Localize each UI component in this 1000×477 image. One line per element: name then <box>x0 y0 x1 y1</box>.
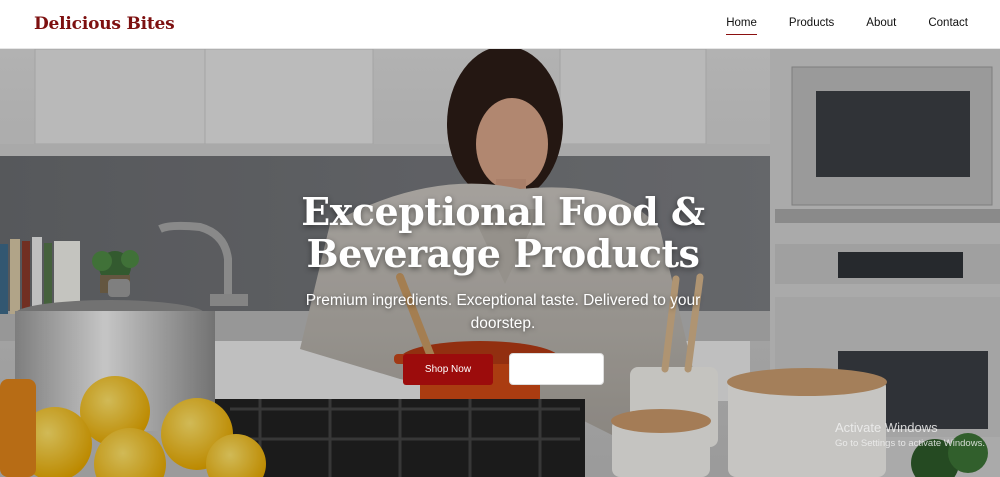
shop-now-button[interactable]: Shop Now <box>403 354 493 385</box>
activate-windows-watermark: Activate Windows Go to Settings to activ… <box>835 420 985 449</box>
watermark-title: Activate Windows <box>835 420 938 435</box>
navbar: Delicious Bites Home Products About Cont… <box>0 0 1000 49</box>
nav-products[interactable]: Products <box>789 17 834 35</box>
nav-links: Home Products About Contact <box>694 17 968 35</box>
hero-title-line-2: Beverage Products <box>306 231 700 276</box>
hero-subtitle: Premium ingredients. Exceptional taste. … <box>305 292 701 332</box>
watermark-subtitle: Go to Settings to activate Windows. <box>835 438 985 449</box>
brand-logo[interactable]: Delicious Bites <box>34 14 175 34</box>
nav-about[interactable]: About <box>866 17 896 35</box>
secondary-cta-button[interactable] <box>509 353 604 385</box>
hero-title: Exceptional Food & Beverage Products <box>250 191 756 275</box>
hero-title-line-1: Exceptional Food & <box>301 189 705 234</box>
nav-contact[interactable]: Contact <box>928 17 968 35</box>
nav-home[interactable]: Home <box>726 17 757 35</box>
